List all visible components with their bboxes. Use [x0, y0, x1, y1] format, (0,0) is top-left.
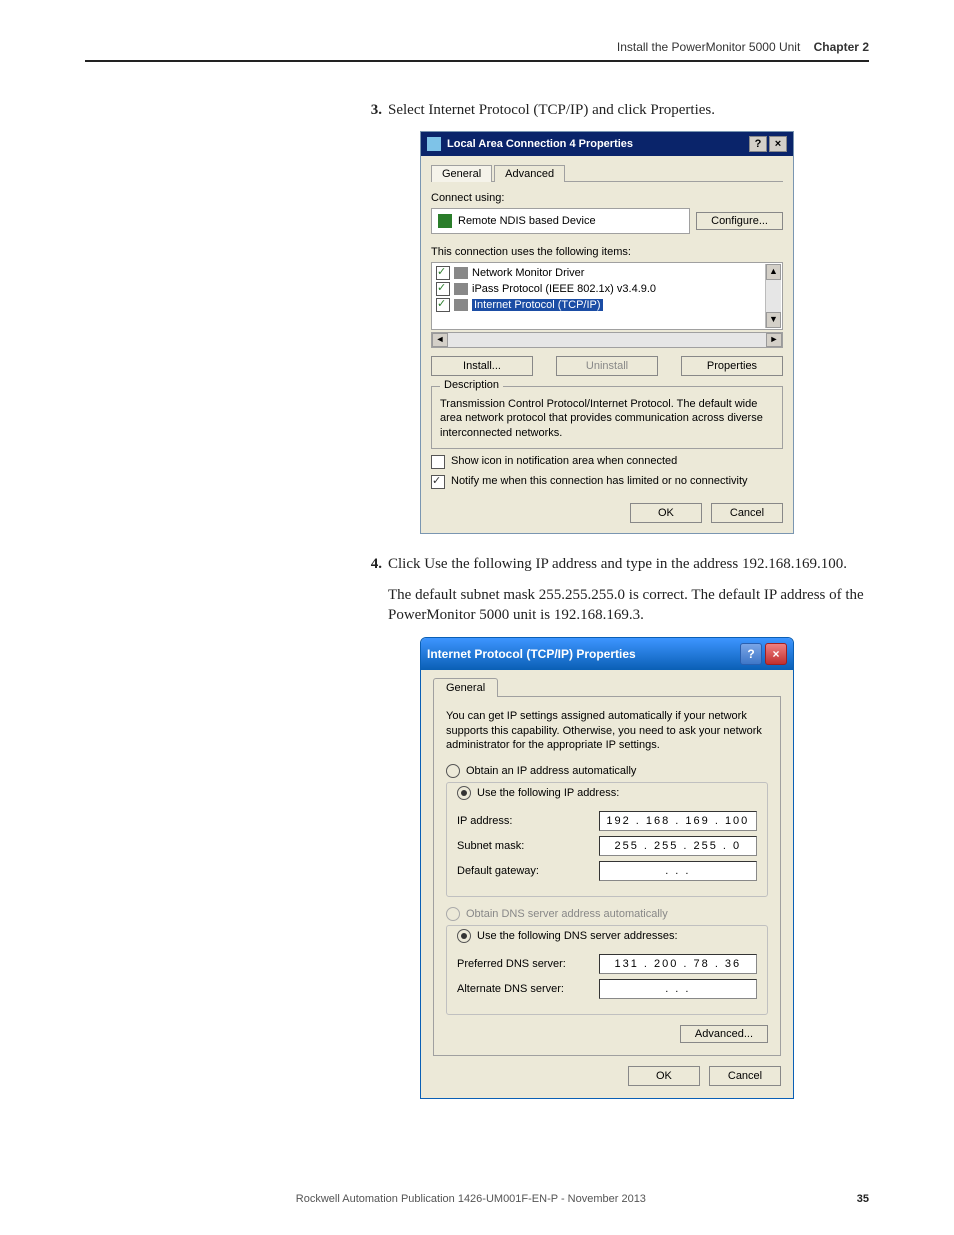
- scroll-down-icon[interactable]: ▼: [766, 312, 781, 328]
- list-item-label: Internet Protocol (TCP/IP): [472, 299, 603, 311]
- connection-items-label: This connection uses the following items…: [431, 246, 783, 258]
- radio-icon[interactable]: [457, 929, 471, 943]
- scroll-up-icon[interactable]: ▲: [766, 264, 781, 280]
- adapter-icon: [438, 214, 452, 228]
- use-ip-label: Use the following IP address:: [477, 787, 619, 799]
- cancel-button[interactable]: Cancel: [711, 503, 783, 523]
- list-item-label: Network Monitor Driver: [472, 267, 584, 279]
- page-footer: Rockwell Automation Publication 1426-UM0…: [85, 1193, 869, 1205]
- configure-button[interactable]: Configure...: [696, 212, 783, 230]
- help-button[interactable]: ?: [749, 136, 767, 152]
- obtain-ip-radio-row[interactable]: Obtain an IP address automatically: [446, 764, 768, 778]
- breadcrumb-chapter: Chapter 2: [814, 40, 869, 54]
- protocol-icon: [454, 299, 468, 311]
- radio-icon[interactable]: [446, 764, 460, 778]
- uninstall-button: Uninstall: [556, 356, 658, 376]
- ok-button[interactable]: OK: [630, 503, 702, 523]
- list-item-selected[interactable]: Internet Protocol (TCP/IP): [436, 297, 778, 313]
- horizontal-scrollbar[interactable]: ◄ ►: [431, 332, 783, 348]
- vertical-scrollbar[interactable]: ▲ ▼: [765, 264, 781, 328]
- description-legend: Description: [440, 379, 503, 391]
- list-item[interactable]: iPass Protocol (IEEE 802.1x) v3.4.9.0: [436, 281, 778, 297]
- radio-icon[interactable]: [457, 786, 471, 800]
- show-icon-label: Show icon in notification area when conn…: [451, 455, 677, 467]
- scroll-right-icon[interactable]: ►: [766, 333, 782, 347]
- tcpip-properties-dialog: Internet Protocol (TCP/IP) Properties ? …: [420, 637, 794, 1099]
- dialog2-tabs: General: [433, 678, 781, 697]
- subnet-mask-input[interactable]: 255 . 255 . 255 . 0: [599, 836, 757, 856]
- list-item[interactable]: Network Monitor Driver: [436, 265, 778, 281]
- use-dns-label: Use the following DNS server addresses:: [477, 930, 678, 942]
- use-ip-radio-row[interactable]: Use the following IP address:: [457, 786, 619, 800]
- page-number: 35: [857, 1193, 869, 1205]
- note-paragraph: The default subnet mask 255.255.255.0 is…: [388, 585, 869, 626]
- checkbox-icon[interactable]: [436, 266, 450, 280]
- show-icon-checkbox-row[interactable]: Show icon in notification area when conn…: [431, 455, 783, 469]
- ip-address-input[interactable]: 192 . 168 . 169 . 100: [599, 811, 757, 831]
- general-panel: You can get IP settings assigned automat…: [433, 696, 781, 1056]
- breadcrumb-title: Install the PowerMonitor 5000 Unit: [617, 40, 800, 54]
- notify-label: Notify me when this connection has limit…: [451, 475, 748, 487]
- ip-address-label: IP address:: [457, 815, 599, 827]
- obtain-dns-radio-row: Obtain DNS server address automatically: [446, 907, 768, 921]
- alternate-dns-label: Alternate DNS server:: [457, 983, 599, 995]
- properties-button[interactable]: Properties: [681, 356, 783, 376]
- obtain-dns-label: Obtain DNS server address automatically: [466, 908, 668, 920]
- explain-text: You can get IP settings assigned automat…: [446, 709, 768, 752]
- advanced-button[interactable]: Advanced...: [680, 1025, 768, 1043]
- list-item-label: iPass Protocol (IEEE 802.1x) v3.4.9.0: [472, 283, 656, 295]
- local-area-connection-properties-dialog: Local Area Connection 4 Properties ? × G…: [420, 131, 794, 534]
- dialog2-title-text: Internet Protocol (TCP/IP) Properties: [427, 647, 737, 661]
- help-button[interactable]: ?: [740, 643, 762, 665]
- protocol-icon: [454, 283, 468, 295]
- description-text: Transmission Control Protocol/Internet P…: [440, 397, 774, 440]
- dialog1-title-text: Local Area Connection 4 Properties: [447, 138, 747, 150]
- use-dns-radio-row[interactable]: Use the following DNS server addresses:: [457, 929, 678, 943]
- dialog2-titlebar: Internet Protocol (TCP/IP) Properties ? …: [421, 638, 793, 670]
- close-button[interactable]: ×: [765, 643, 787, 665]
- checkbox-icon[interactable]: [431, 475, 445, 489]
- description-group: Description Transmission Control Protoco…: [431, 386, 783, 449]
- close-button[interactable]: ×: [769, 136, 787, 152]
- step-3-text: Select Internet Protocol (TCP/IP) and cl…: [388, 102, 869, 119]
- obtain-ip-label: Obtain an IP address automatically: [466, 765, 636, 777]
- dialog1-tabs: General Advanced: [431, 164, 783, 182]
- step-4: 4. Click Use the following IP address an…: [360, 556, 869, 573]
- tab-general[interactable]: General: [431, 165, 492, 182]
- step-3: 3. Select Internet Protocol (TCP/IP) and…: [360, 102, 869, 119]
- notify-checkbox-row[interactable]: Notify me when this connection has limit…: [431, 475, 783, 489]
- step-4-num: 4.: [360, 556, 382, 573]
- connection-items-listbox[interactable]: Network Monitor Driver iPass Protocol (I…: [431, 262, 783, 330]
- preferred-dns-label: Preferred DNS server:: [457, 958, 599, 970]
- cancel-button[interactable]: Cancel: [709, 1066, 781, 1086]
- checkbox-icon[interactable]: [436, 282, 450, 296]
- use-dns-fieldset: Use the following DNS server addresses: …: [446, 925, 768, 1015]
- connect-using-label: Connect using:: [431, 192, 783, 204]
- publication-info: Rockwell Automation Publication 1426-UM0…: [85, 1193, 857, 1205]
- connect-using-field: Remote NDIS based Device: [431, 208, 690, 234]
- driver-icon: [454, 267, 468, 279]
- preferred-dns-input[interactable]: 131 . 200 . 78 . 36: [599, 954, 757, 974]
- step-3-num: 3.: [360, 102, 382, 119]
- checkbox-icon[interactable]: [436, 298, 450, 312]
- subnet-mask-label: Subnet mask:: [457, 840, 599, 852]
- scroll-left-icon[interactable]: ◄: [432, 333, 448, 347]
- tab-general[interactable]: General: [433, 678, 498, 697]
- step-4-text: Click Use the following IP address and t…: [388, 556, 869, 573]
- radio-icon: [446, 907, 460, 921]
- page-header: Install the PowerMonitor 5000 Unit Chapt…: [85, 40, 869, 62]
- default-gateway-label: Default gateway:: [457, 865, 599, 877]
- network-icon: [427, 137, 441, 151]
- adapter-name: Remote NDIS based Device: [458, 215, 596, 227]
- dialog1-titlebar: Local Area Connection 4 Properties ? ×: [421, 132, 793, 156]
- use-ip-fieldset: Use the following IP address: IP address…: [446, 782, 768, 897]
- alternate-dns-input[interactable]: . . .: [599, 979, 757, 999]
- install-button[interactable]: Install...: [431, 356, 533, 376]
- default-gateway-input[interactable]: . . .: [599, 861, 757, 881]
- checkbox-icon[interactable]: [431, 455, 445, 469]
- ok-button[interactable]: OK: [628, 1066, 700, 1086]
- tab-advanced[interactable]: Advanced: [494, 165, 565, 182]
